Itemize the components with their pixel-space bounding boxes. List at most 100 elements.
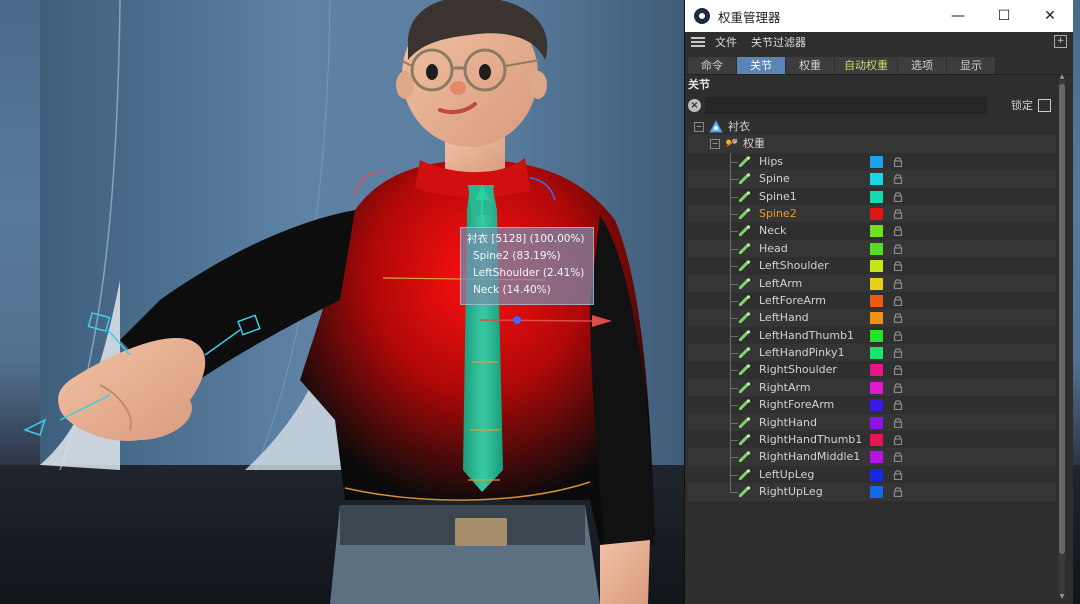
joint-color-swatch[interactable] [870,207,883,220]
tab-options[interactable]: 选项 [898,57,946,74]
joint-color-swatch[interactable] [870,434,883,447]
joint-color-swatch[interactable] [870,347,883,360]
joint-row[interactable]: LeftUpLeg [688,465,1056,484]
joint-row[interactable]: LeftHandThumb1 [688,326,1056,345]
padlock-icon[interactable] [893,208,903,219]
joint-row[interactable]: LeftArm [688,274,1056,292]
joint-row[interactable]: LeftHand [688,309,1056,327]
menu-file[interactable]: 文件 [715,34,737,50]
joint-row[interactable]: RightUpLeg [688,483,1056,501]
joint-search-input[interactable] [705,96,987,114]
close-button[interactable]: ✕ [1027,0,1073,32]
joint-color-swatch[interactable] [870,260,883,273]
joint-row[interactable]: RightHandMiddle1 [688,448,1056,466]
tab-auto-weights[interactable]: 自动权重 [835,57,897,74]
tab-weights[interactable]: 权重 [786,57,834,74]
hamburger-menu-icon[interactable] [691,37,705,47]
tree-connector [730,457,738,459]
tab-commands[interactable]: 命令 [688,57,736,74]
title-bar[interactable]: 权重管理器 — ☐ ✕ [685,0,1073,32]
expand-panel-icon[interactable]: + [1054,35,1067,48]
joint-name: Head [759,241,788,255]
joint-color-swatch[interactable] [870,399,883,412]
joint-row[interactable]: LeftShoulder [688,257,1056,275]
joint-row[interactable]: Hips [688,152,1056,171]
padlock-icon[interactable] [893,486,903,498]
padlock-icon[interactable] [893,451,903,463]
joint-color-swatch[interactable] [870,329,883,342]
scroll-up-arrow-icon[interactable]: ▲ [1059,74,1065,80]
padlock-icon[interactable] [893,156,903,167]
joint-color-swatch[interactable] [870,242,883,255]
joint-row[interactable]: RightForeArm [688,396,1056,414]
joint-row[interactable]: LeftHandPinky1 [688,344,1056,362]
padlock-icon[interactable] [893,364,903,376]
tab-display[interactable]: 显示 [947,57,995,74]
joint-row[interactable]: Spine [688,170,1056,188]
tree-connector [730,231,738,233]
padlock-icon[interactable] [893,295,903,306]
joint-row[interactable]: Spine1 [688,187,1056,205]
joint-color-swatch[interactable] [870,155,883,168]
lock-checkbox[interactable] [1038,98,1051,112]
joint-row[interactable]: Head [688,239,1056,258]
joint-color-swatch[interactable] [870,486,883,499]
padlock-icon[interactable] [893,330,903,341]
padlock-icon[interactable] [893,278,903,289]
joint-row[interactable]: Spine2 [688,204,1056,223]
menu-joint-filter[interactable]: 关节过滤器 [751,34,806,50]
joint-color-swatch[interactable] [870,173,883,186]
padlock-icon[interactable] [893,191,903,202]
joint-color-swatch[interactable] [870,468,883,481]
joint-icon [739,225,751,237]
joint-row[interactable]: RightShoulder [688,361,1056,379]
joint-icon [739,434,751,446]
padlock-icon[interactable] [893,173,903,185]
maximize-button[interactable]: ☐ [981,0,1027,32]
joint-color-swatch[interactable] [870,190,883,203]
tree-root-row[interactable]: − 衬衣 [688,118,1056,136]
joint-icon [739,399,751,411]
joint-row[interactable]: Neck [688,222,1056,240]
tree-connector [730,405,738,407]
joint-name: Spine1 [759,189,797,203]
vertical-scrollbar[interactable] [1059,80,1065,594]
tree-connector [730,492,738,494]
joint-color-swatch[interactable] [870,381,883,394]
joint-row[interactable]: RightArm [688,378,1056,397]
padlock-icon[interactable] [893,312,903,324]
padlock-icon[interactable] [893,225,903,237]
joint-row[interactable]: RightHandThumb1 [688,431,1056,449]
padlock-icon[interactable] [893,260,903,272]
joint-name: LeftHandThumb1 [759,328,855,342]
joint-name: LeftArm [759,276,803,290]
joint-color-swatch[interactable] [870,225,883,238]
padlock-icon[interactable] [893,469,903,480]
padlock-icon[interactable] [893,347,903,359]
padlock-icon[interactable] [893,417,903,428]
tree-weight-tag-row[interactable]: − 权重 [688,135,1056,153]
minimize-button[interactable]: — [935,0,981,32]
joint-color-swatch[interactable] [870,364,883,377]
joint-color-swatch[interactable] [870,416,883,429]
scrollbar-thumb[interactable] [1059,84,1065,554]
joint-name: LeftUpLeg [759,467,815,481]
joint-row[interactable]: LeftForeArm [688,291,1056,310]
scroll-down-arrow-icon[interactable]: ▼ [1059,594,1065,600]
collapse-toggle-icon[interactable]: − [694,122,704,132]
padlock-icon[interactable] [893,399,903,411]
clear-search-icon[interactable]: × [688,98,701,112]
tree-connector [730,387,738,389]
joint-color-swatch[interactable] [870,312,883,325]
tree-connector [730,335,738,337]
joint-row[interactable]: RightHand [688,413,1056,432]
joint-color-swatch[interactable] [870,451,883,464]
weight-tooltip: 衬衣 [5128] (100.00%) Spine2 (83.19%) Left… [460,227,594,305]
padlock-icon[interactable] [893,382,903,393]
joint-color-swatch[interactable] [870,294,883,307]
tab-joints[interactable]: 关节 [737,57,785,74]
padlock-icon[interactable] [893,243,903,254]
collapse-toggle-icon[interactable]: − [710,139,720,150]
joint-color-swatch[interactable] [870,277,883,290]
padlock-icon[interactable] [893,434,903,446]
